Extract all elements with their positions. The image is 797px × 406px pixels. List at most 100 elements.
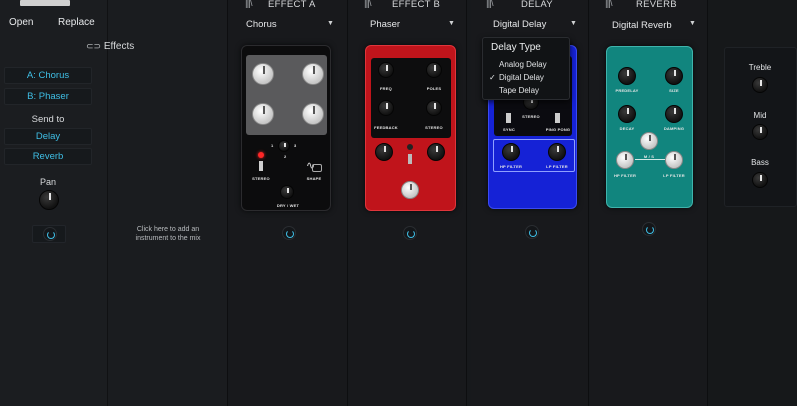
power-icon[interactable] — [525, 225, 539, 239]
phaser-knob-6[interactable] — [427, 143, 445, 161]
lp-filter-knob[interactable] — [665, 151, 683, 169]
power-icon[interactable] — [43, 227, 57, 241]
lp-filter-label: LP FILTER — [663, 173, 685, 178]
check-icon: ✓ — [489, 73, 496, 82]
dropdown-option-tape[interactable]: Tape Delay — [499, 86, 539, 95]
add-instrument-text[interactable]: Click here to add an instrument to the m… — [133, 225, 203, 243]
link-icon: ⊂⊃ — [86, 41, 102, 51]
hp-filter-label: HP FILTER — [499, 164, 523, 169]
phaser-knob-5[interactable] — [375, 143, 393, 161]
reverb-icon: |||\ — [605, 0, 613, 9]
left-power-wrapper — [32, 225, 66, 243]
phaser-poles-knob[interactable] — [426, 62, 442, 78]
shape-label: SHAPE — [306, 176, 322, 181]
bass-label: Bass — [751, 158, 769, 167]
mid-label: Mid — [753, 111, 767, 120]
phaser-switch[interactable] — [408, 154, 412, 164]
effects-tab-label: Effects — [103, 41, 135, 52]
size-knob[interactable] — [665, 67, 683, 85]
pingpong-switch[interactable] — [555, 113, 560, 123]
effects-tab[interactable]: ⊂⊃ Effects — [86, 41, 134, 52]
treble-label: Treble — [748, 63, 772, 72]
decay-knob[interactable] — [618, 105, 636, 123]
feedback-label: FEEDBACK — [374, 125, 398, 130]
delay-type-dropdown: Delay Type Analog Delay ✓ Digital Delay … — [482, 37, 570, 100]
chevron-down-icon[interactable]: ▼ — [689, 20, 696, 27]
power-icon[interactable] — [282, 226, 296, 240]
poles-label: POLES — [426, 86, 442, 91]
shape-switch[interactable] — [312, 164, 322, 172]
phaser-led — [407, 144, 413, 150]
treble-knob[interactable] — [752, 77, 768, 93]
chorus-knob-3[interactable] — [252, 103, 274, 125]
stereo-label: STEREO — [252, 176, 270, 181]
chevron-down-icon[interactable]: ▼ — [448, 20, 455, 27]
pan-knob[interactable] — [39, 190, 59, 210]
dropdown-title: Delay Type — [491, 42, 541, 53]
send-reverb-button[interactable]: Reverb — [4, 148, 92, 165]
hp-filter-label: HP FILTER — [613, 173, 637, 178]
stereo-label: STEREO — [522, 114, 540, 119]
size-label: SIZE — [669, 88, 679, 93]
lp-filter-label: LP FILTER — [546, 164, 568, 169]
delay-select[interactable]: Digital Delay — [493, 19, 546, 30]
effect-b-select[interactable]: Phaser — [370, 19, 400, 30]
power-icon[interactable] — [403, 226, 417, 240]
effect-a-icon: |||\ — [245, 0, 253, 9]
pos-3-label: 3 — [294, 143, 297, 148]
pingpong-label: PING PONG — [545, 127, 571, 132]
reverb-pedal: PREDELAY SIZE DECAY DAMPING M / S HP FIL… — [606, 46, 693, 208]
reverb-column: |||\ REVERB Digital Reverb ▼ PREDELAY SI… — [590, 0, 708, 406]
send-to-label: Send to — [31, 114, 65, 125]
chorus-knob-2[interactable] — [302, 63, 324, 85]
pan-label: Pan — [39, 177, 56, 187]
sync-label: SYNC — [503, 127, 515, 132]
phaser-mix-knob[interactable] — [401, 181, 419, 199]
freq-label: FREQ — [380, 86, 392, 91]
effect-a-header: EFFECT A — [268, 0, 316, 10]
phaser-freq-knob[interactable] — [378, 62, 394, 78]
mid-knob[interactable] — [752, 124, 768, 140]
stereo-label: STEREO — [425, 125, 443, 130]
replace-button[interactable]: Replace — [58, 17, 95, 28]
chorus-mode-knob[interactable] — [278, 140, 290, 152]
filter-line — [635, 159, 665, 160]
lp-filter-knob[interactable] — [548, 143, 566, 161]
effect-a-column: |||\ EFFECT A Chorus ▼ 1 2 3 STEREO ∿ SH… — [230, 0, 348, 406]
open-button[interactable]: Open — [9, 17, 33, 28]
predelay-label: PREDELAY — [615, 88, 639, 93]
dropdown-option-analog[interactable]: Analog Delay — [499, 60, 547, 69]
send-delay-button[interactable]: Delay — [4, 128, 92, 145]
drywet-label: DRY / WET — [276, 203, 300, 208]
left-panel: Open Replace A: Chorus B: Phaser Send to… — [0, 0, 108, 406]
damping-label: DAMPING — [663, 126, 685, 131]
phaser-feedback-knob[interactable] — [378, 100, 394, 116]
drywet-knob[interactable] — [280, 185, 294, 199]
predelay-knob[interactable] — [618, 67, 636, 85]
chorus-knob-1[interactable] — [252, 63, 274, 85]
effect-b-header: EFFECT B — [392, 0, 441, 10]
sync-switch[interactable] — [506, 113, 511, 123]
bass-knob[interactable] — [752, 172, 768, 188]
ms-knob[interactable] — [640, 132, 658, 150]
damping-knob[interactable] — [665, 105, 683, 123]
effect-a-select[interactable]: Chorus — [246, 19, 277, 30]
eq-panel: Treble Mid Bass — [708, 0, 797, 406]
phaser-stereo-knob[interactable] — [426, 100, 442, 116]
chain-item-b[interactable]: B: Phaser — [4, 88, 92, 105]
chevron-down-icon[interactable]: ▼ — [570, 20, 577, 27]
led-indicator — [258, 152, 264, 158]
chorus-knob-4[interactable] — [302, 103, 324, 125]
dropdown-option-digital[interactable]: Digital Delay — [499, 73, 544, 82]
instrument-slot[interactable]: ⊂⊃ Effects Click here to add an instrume… — [86, 0, 228, 406]
pos-2-label: 2 — [284, 154, 287, 159]
hp-filter-knob[interactable] — [502, 143, 520, 161]
hp-filter-knob[interactable] — [616, 151, 634, 169]
stereo-switch[interactable] — [259, 161, 263, 171]
phaser-pedal: FREQ POLES FEEDBACK STEREO — [365, 45, 456, 211]
reverb-select[interactable]: Digital Reverb — [612, 20, 672, 31]
chain-item-a[interactable]: A: Chorus — [4, 67, 92, 84]
chevron-down-icon[interactable]: ▼ — [327, 20, 334, 27]
delay-icon: |||\ — [486, 0, 494, 9]
power-icon[interactable] — [642, 222, 656, 236]
